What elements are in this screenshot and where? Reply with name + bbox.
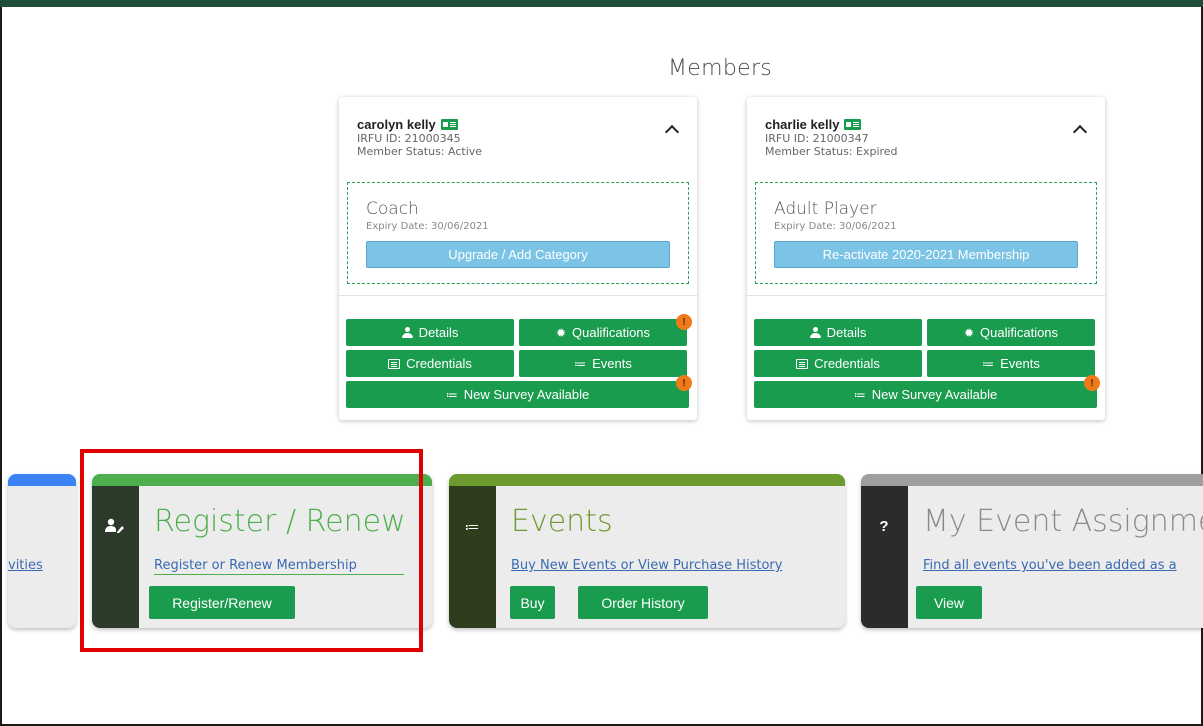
tile-topbar: [449, 474, 845, 486]
qualifications-label: Qualifications: [572, 325, 651, 340]
membership-category: Coach Expiry Date: 30/06/2021 Upgrade / …: [347, 182, 689, 284]
survey-alert-badge: !: [1084, 375, 1100, 391]
tile-topbar: [8, 474, 76, 486]
qualifications-label: Qualifications: [980, 325, 1059, 340]
list-check-icon: ≔: [445, 387, 458, 402]
details-button[interactable]: Details: [346, 319, 514, 346]
id-card-icon[interactable]: [440, 119, 458, 130]
events-button[interactable]: ≔ Events: [519, 350, 687, 377]
member-header: charlie kelly IRFU ID: 21000347 Member S…: [765, 117, 898, 158]
credential-card-icon: [796, 358, 809, 369]
top-bar: [0, 0, 1203, 7]
register-renew-button[interactable]: Register/Renew: [149, 586, 295, 619]
expiry-date: Expiry Date: 30/06/2021: [774, 221, 897, 232]
members-heading: Members: [668, 56, 773, 81]
events-label: Events: [1000, 356, 1040, 371]
events-button[interactable]: ≔ Events: [927, 350, 1095, 377]
expiry-date: Expiry Date: 30/06/2021: [366, 221, 489, 232]
new-survey-button[interactable]: ≔ New Survey Available: [754, 381, 1097, 408]
member-id: IRFU ID: 21000347: [765, 132, 869, 145]
tile-sidebar: ?: [861, 486, 908, 628]
order-history-button[interactable]: Order History: [578, 586, 708, 619]
credentials-button[interactable]: Credentials: [754, 350, 922, 377]
list-check-icon: ≔: [982, 356, 995, 371]
collapse-chevron-icon[interactable]: [1072, 124, 1088, 140]
activities-link[interactable]: vities: [8, 558, 43, 573]
tile-topbar: [861, 474, 1203, 486]
upgrade-category-button[interactable]: Upgrade / Add Category: [366, 241, 670, 268]
details-label: Details: [418, 325, 459, 340]
tile-topbar: [92, 474, 432, 486]
collapse-chevron-icon[interactable]: [664, 124, 680, 140]
member-name: carolyn kelly: [357, 117, 436, 132]
divider: [747, 295, 1105, 296]
category-name: Adult Player: [774, 199, 877, 219]
credentials-button[interactable]: Credentials: [346, 350, 514, 377]
reactivate-membership-button[interactable]: Re-activate 2020-2021 Membership: [774, 241, 1078, 268]
list-check-icon: ≔: [853, 387, 866, 402]
events-label: Events: [592, 356, 632, 371]
member-status: Member Status: Expired: [765, 145, 898, 158]
member-name: charlie kelly: [765, 117, 840, 132]
details-label: Details: [826, 325, 867, 340]
events-tile: ≔ Events Buy New Events or View Purchase…: [449, 474, 845, 628]
user-edit-icon: [105, 518, 124, 533]
member-status: Member Status: Active: [357, 145, 483, 158]
member-card: charlie kelly IRFU ID: 21000347 Member S…: [747, 97, 1105, 420]
member-card: carolyn kelly IRFU ID: 21000345 Member S…: [339, 97, 697, 420]
event-assignments-tile: ? My Event Assignme Find all events you'…: [861, 474, 1203, 628]
survey-label: New Survey Available: [463, 387, 590, 402]
qualifications-button[interactable]: ✹ Qualifications: [519, 319, 687, 346]
tile-sidebar: ≔: [449, 486, 496, 628]
credentials-label: Credentials: [406, 356, 472, 371]
list-check-icon: ≔: [574, 356, 587, 371]
tile-sidebar: [92, 486, 139, 628]
credentials-label: Credentials: [814, 356, 880, 371]
qualifications-alert-badge: !: [676, 314, 692, 330]
events-purchase-link[interactable]: Buy New Events or View Purchase History: [511, 558, 782, 573]
membership-category: Adult Player Expiry Date: 30/06/2021 Re-…: [755, 182, 1097, 284]
survey-alert-badge: !: [676, 375, 692, 391]
view-button[interactable]: View: [916, 586, 982, 619]
tile-title: Register / Renew: [154, 504, 406, 539]
survey-label: New Survey Available: [871, 387, 998, 402]
id-card-icon[interactable]: [844, 119, 862, 130]
details-button[interactable]: Details: [754, 319, 922, 346]
new-survey-button[interactable]: ≔ New Survey Available: [346, 381, 689, 408]
tile-title: My Event Assignme: [923, 504, 1203, 539]
user-icon: [401, 327, 413, 338]
register-renew-link[interactable]: Register or Renew Membership: [154, 558, 357, 573]
member-id: IRFU ID: 21000345: [357, 132, 461, 145]
event-assignments-link[interactable]: Find all events you've been added as a: [923, 558, 1177, 573]
activities-tile: vities: [8, 474, 76, 628]
credential-card-icon: [388, 358, 401, 369]
divider: [339, 295, 697, 296]
qualifications-button[interactable]: ✹ Qualifications: [927, 319, 1095, 346]
buy-button[interactable]: Buy: [510, 586, 555, 619]
badge-gear-icon: ✹: [555, 325, 566, 340]
category-name: Coach: [366, 199, 419, 219]
list-check-icon: ≔: [464, 519, 480, 536]
user-icon: [809, 327, 821, 338]
member-header: carolyn kelly IRFU ID: 21000345 Member S…: [357, 117, 482, 158]
link-underline: [154, 574, 404, 575]
register-renew-tile: Register / Renew Register or Renew Membe…: [92, 474, 432, 628]
question-icon: ?: [879, 518, 889, 535]
badge-gear-icon: ✹: [963, 325, 974, 340]
tile-title: Events: [511, 504, 613, 539]
